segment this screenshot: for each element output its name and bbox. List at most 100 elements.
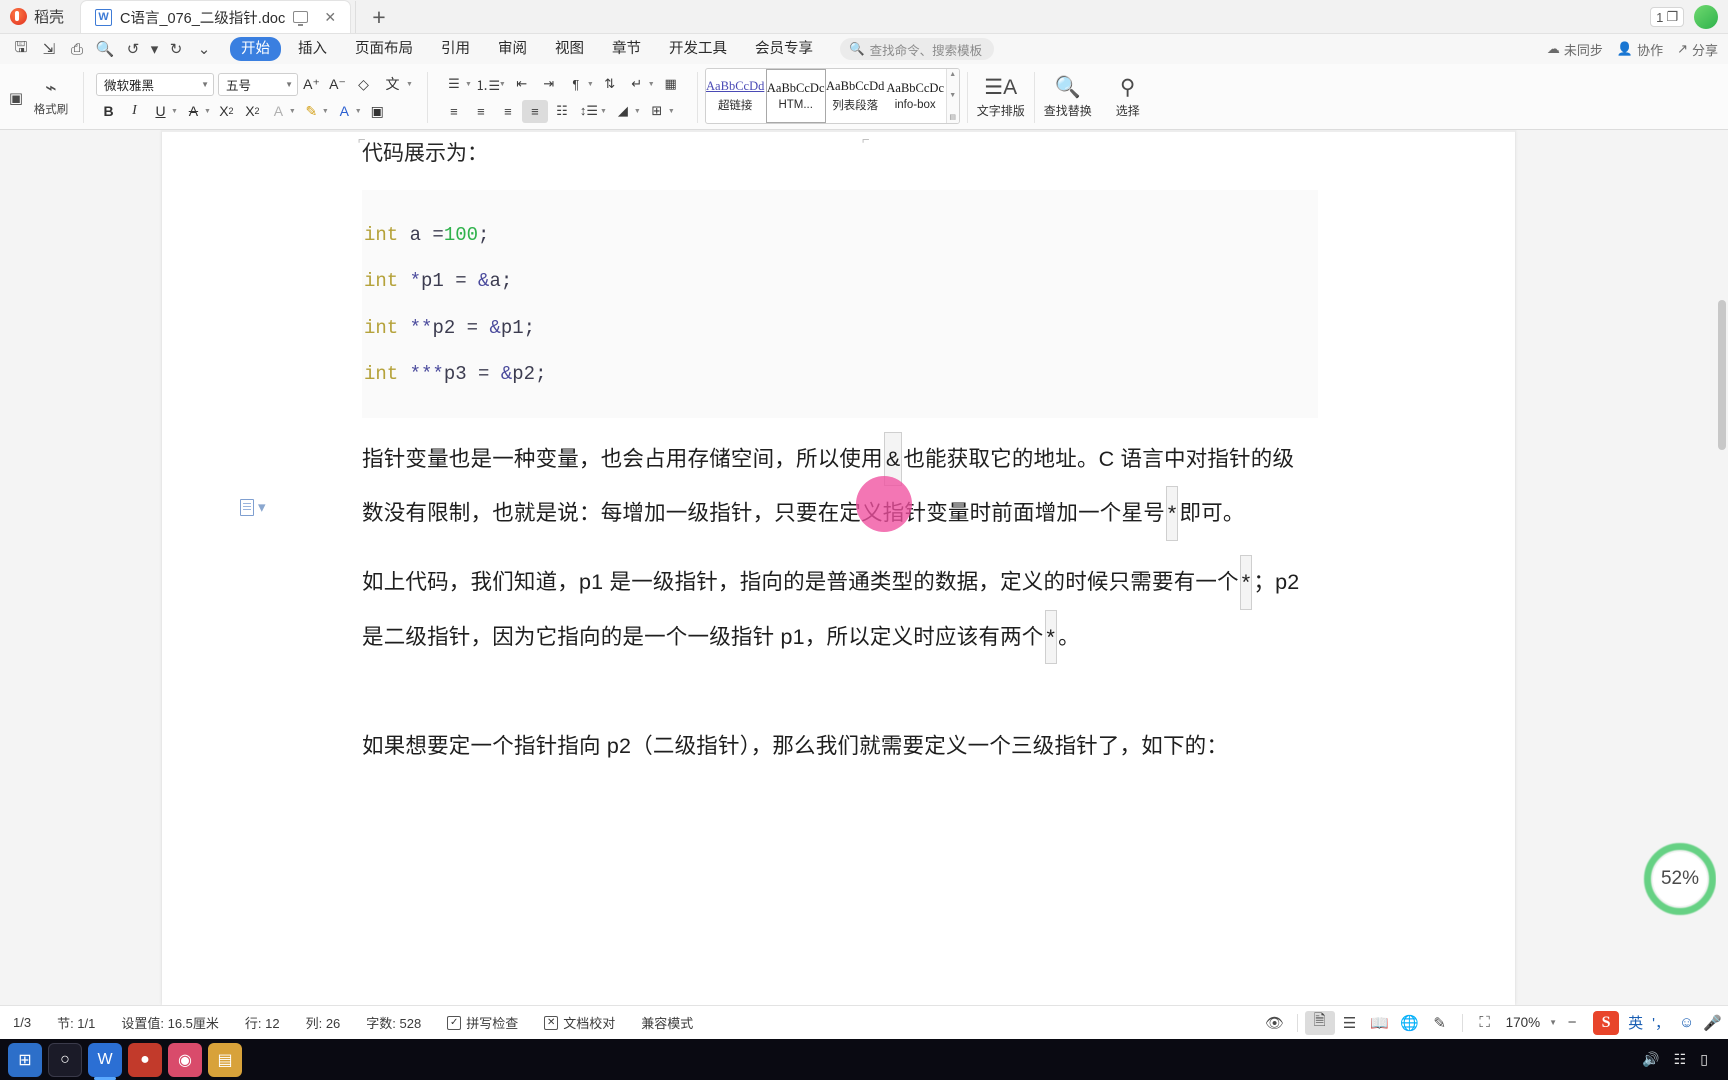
document-page[interactable]: ⌐ ⌐ 代码展示为： int a =100; int *p1 = &a; int… <box>162 130 1515 1005</box>
undo-dropdown-icon[interactable]: ▾ <box>148 37 161 61</box>
align-center-icon[interactable]: ≡ <box>468 100 494 123</box>
docer-badge[interactable]: 稻壳 <box>0 0 80 33</box>
tray-battery-icon[interactable]: ▯ <box>1700 1051 1708 1068</box>
web-view-icon[interactable]: 🌐 <box>1395 1011 1425 1035</box>
sogou-ime-icon[interactable]: S <box>1593 1010 1620 1035</box>
redo-icon[interactable]: ↻ <box>163 37 189 61</box>
edit-view-icon[interactable]: ✎ <box>1425 1011 1455 1035</box>
distribute-icon[interactable]: ☷ <box>549 100 575 123</box>
ribbon-tab-references[interactable]: 引用 <box>430 37 481 61</box>
ime-mic-icon[interactable]: 🎤 <box>1703 1014 1722 1032</box>
underline-icon[interactable]: U <box>148 100 173 123</box>
fit-page-icon[interactable]: ⛶ <box>1470 1011 1500 1035</box>
status-compat-mode[interactable]: 兼容模式 <box>628 1013 706 1032</box>
scroll-down-icon[interactable]: ▼ <box>949 92 956 99</box>
share-button[interactable]: ↗ 分享 <box>1677 40 1718 59</box>
style-item-html[interactable]: AaBbCcDc HTM... <box>765 69 826 123</box>
eye-icon[interactable]: 👁 <box>1260 1011 1290 1035</box>
style-item-hyperlink[interactable]: AaBbCcDd 超链接 <box>706 69 766 123</box>
bold-icon[interactable]: B <box>96 100 121 123</box>
shrink-font-icon[interactable]: A⁻ <box>325 73 350 96</box>
grow-font-icon[interactable]: A⁺ <box>299 73 324 96</box>
expand-gallery-icon[interactable]: ▤ <box>949 113 956 121</box>
line-break-icon[interactable]: ↵ <box>624 73 650 96</box>
scrollbar-thumb[interactable] <box>1718 300 1726 450</box>
subscript-icon[interactable]: X2 <box>240 100 265 123</box>
highlight-icon[interactable]: ✎ <box>299 100 324 123</box>
chevron-down-icon[interactable]: ▼ <box>322 108 331 115</box>
ribbon-tab-section[interactable]: 章节 <box>601 37 652 61</box>
clear-format-icon[interactable]: ◇ <box>351 73 376 96</box>
decrease-indent-icon[interactable]: ⇤ <box>509 73 535 96</box>
ribbon-tab-review[interactable]: 审阅 <box>487 37 538 61</box>
ribbon-tab-member[interactable]: 会员专享 <box>744 37 824 61</box>
ribbon-tab-developer[interactable]: 开发工具 <box>658 37 738 61</box>
avatar[interactable] <box>1694 5 1718 29</box>
document-canvas[interactable]: ⌐ ⌐ 代码展示为： int a =100; int *p1 = &a; int… <box>0 130 1728 1005</box>
text-layout-button[interactable]: ☰A 文字排版 <box>971 66 1031 129</box>
window-count-badge[interactable]: 1 ❐ <box>1650 7 1684 27</box>
ribbon-tab-start[interactable]: 开始 <box>230 37 281 61</box>
borders-icon[interactable]: ⊞ <box>644 100 670 123</box>
status-word-count[interactable]: 字数: 528 <box>353 1013 434 1032</box>
pinyin-guide-icon[interactable]: 文 <box>377 73 408 96</box>
status-setting-value[interactable]: 设置值: 16.5厘米 <box>108 1013 232 1032</box>
style-item-list-paragraph[interactable]: AaBbCcDd 列表段落 <box>826 69 886 123</box>
align-left-icon[interactable]: ≡ <box>441 100 467 123</box>
page-view-icon[interactable]: 🗎 <box>1304 1010 1335 1035</box>
paragraph-2[interactable]: 如上代码，我们知道，p1 是一级指针，指向的是普通类型的数据，定义的时候只需要有… <box>362 555 1312 665</box>
status-section[interactable]: 节: 1/1 <box>44 1013 108 1032</box>
chevron-down-icon[interactable]: ▼ <box>289 108 298 115</box>
bullets-icon[interactable]: ☰ <box>441 73 467 96</box>
field-asterisk[interactable]: * <box>1165 486 1179 542</box>
present-icon[interactable] <box>293 11 309 26</box>
print-icon[interactable]: ⎙ <box>64 37 90 61</box>
chevron-down-icon[interactable]: ▼ <box>171 108 180 115</box>
ruler-icon[interactable]: ▦ <box>658 73 684 96</box>
chevron-down-icon[interactable]: ▼ <box>1549 1018 1557 1027</box>
reading-view-icon[interactable]: 📖 <box>1365 1011 1395 1035</box>
status-row[interactable]: 行: 12 <box>232 1013 293 1032</box>
ribbon-tab-page-layout[interactable]: 页面布局 <box>344 37 424 61</box>
undo-icon[interactable]: ↺ <box>120 37 146 61</box>
status-proofread[interactable]: ✕ 文档校对 <box>531 1013 628 1032</box>
select-button[interactable]: ⚲ 选择 <box>1098 66 1158 129</box>
italic-icon[interactable]: I <box>122 100 147 123</box>
field-ampersand[interactable]: & <box>883 431 903 487</box>
tray-volume-icon[interactable]: 🔊 <box>1642 1051 1659 1068</box>
document-tab[interactable]: W C语言_076_二级指针.doc ✕ <box>80 0 352 33</box>
style-item-info-box[interactable]: AaBbCcDc info-box <box>886 69 946 123</box>
tray-network-icon[interactable]: ☷ <box>1674 1051 1687 1068</box>
strikethrough-icon[interactable]: A <box>181 100 206 123</box>
code-block[interactable]: int a =100; int *p1 = &a; int **p2 = &p1… <box>362 189 1318 418</box>
show-marks-icon[interactable]: ¶ <box>563 73 589 96</box>
chevron-down-icon[interactable]: ▼ <box>355 108 364 115</box>
ime-punct-toggle[interactable]: '， <box>1652 1012 1670 1033</box>
ime-emoji-icon[interactable]: ☺ <box>1679 1014 1694 1031</box>
align-justify-icon[interactable]: ≡ <box>521 99 548 123</box>
font-name-select[interactable]: 微软雅黑 ▼ <box>96 72 214 96</box>
align-right-icon[interactable]: ≡ <box>495 100 521 123</box>
chevron-down-icon[interactable]: ▼ <box>406 81 415 88</box>
close-tab-icon[interactable]: ✕ <box>320 9 340 26</box>
shading-icon[interactable]: ◢ <box>610 100 636 123</box>
print-preview-icon[interactable]: 🔍 <box>92 37 118 61</box>
ribbon-tab-insert[interactable]: 插入 <box>287 37 338 61</box>
paragraph-1[interactable]: 指针变量也是一种变量，也会占用存储空间，所以使用 & 也能获取它的地址。C 语言中对… <box>362 431 1312 542</box>
collaborate-button[interactable]: 👤 协作 <box>1617 40 1663 59</box>
format-painter-button[interactable]: ⌁ 格式刷 <box>27 66 75 129</box>
field-asterisk[interactable]: * <box>1044 609 1058 665</box>
ribbon-tab-view[interactable]: 视图 <box>544 37 595 61</box>
sort-icon[interactable]: ⇅ <box>597 73 623 96</box>
paste-icon[interactable]: ▣ <box>5 66 27 129</box>
status-page[interactable]: 1/3 <box>0 1015 44 1030</box>
font-color-icon[interactable]: A <box>332 100 357 123</box>
save-as-icon[interactable]: ⇲ <box>36 37 62 61</box>
char-shading-icon[interactable]: ▣ <box>365 100 390 123</box>
find-replace-button[interactable]: 🔍 查找替换 <box>1038 66 1098 129</box>
document-content[interactable]: 代码展示为： int a =100; int *p1 = &a; int **p… <box>362 138 1318 773</box>
taskbar-browser-icon[interactable]: ◉ <box>168 1042 202 1077</box>
sync-status-button[interactable]: ☁ 未同步 <box>1547 40 1603 59</box>
line-spacing-icon[interactable]: ↕☰ <box>576 100 602 123</box>
numbering-icon[interactable]: ⒈☰ <box>475 73 501 96</box>
